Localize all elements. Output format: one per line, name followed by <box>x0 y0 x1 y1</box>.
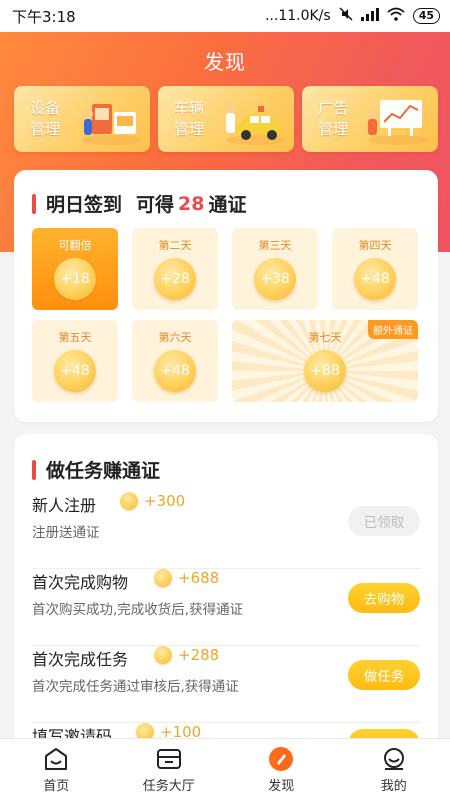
sign-in-day-1[interactable]: 可翻倍 +18 <box>32 228 118 310</box>
sign-in-reward-amount: 28 <box>178 192 205 215</box>
task-description: 首次购买成功,完成收货后,获得通证 <box>32 602 244 618</box>
nav-label: 我的 <box>380 779 407 794</box>
car-illustration-icon <box>218 94 288 150</box>
coin-icon: +48 <box>354 258 396 300</box>
quick-link-ad-management[interactable]: 广告 管理 <box>302 86 438 152</box>
sign-in-heading: 明日签到 可得 28 通证 <box>32 190 247 217</box>
task-name: 首次完成任务 <box>32 650 129 669</box>
day-label: 可翻倍 <box>58 239 92 252</box>
profile-icon <box>381 747 407 771</box>
task-item-first-task: 首次完成任务 +288 首次完成任务通过审核后,获得通证 做任务 <box>32 646 420 723</box>
go-shopping-button[interactable]: 去购物 <box>348 583 420 613</box>
sign-in-day-7[interactable]: 额外通证 第七天 +88 <box>232 320 418 402</box>
page-title: 发现 <box>204 50 246 74</box>
tasks-title: 做任务赚通证 <box>46 460 161 482</box>
bottom-nav: 首页 任务大厅 发现 我的 <box>0 738 450 800</box>
do-task-button[interactable]: 做任务 <box>348 660 420 690</box>
sign-in-title: 明日签到 <box>46 194 123 216</box>
task-reward: +300 <box>120 492 185 510</box>
nav-discover[interactable]: 发现 <box>225 739 338 800</box>
signal-icon <box>360 7 379 25</box>
discover-icon <box>268 747 294 771</box>
sign-in-day-4[interactable]: 第四天 +48 <box>332 228 418 310</box>
task-reward: +288 <box>154 646 219 664</box>
mute-icon <box>339 7 353 25</box>
sign-in-reward-prefix: 可得 <box>136 194 175 216</box>
screen: 下午3:18 ...11.0K/s 45 发现 设备 管理 车辆 管理 广告 管… <box>0 0 450 800</box>
task-description: 首次完成任务通过审核后,获得通证 <box>32 679 239 695</box>
sign-in-card: 明日签到 可得 28 通证 可翻倍 +18 第二天 +28 第三天 +38 第四… <box>14 170 438 422</box>
day-label: 第二天 <box>158 239 192 252</box>
task-card: 做任务赚通证 新人注册 +300 注册送通证 已领取 首次完成购物 +688 首… <box>14 434 438 774</box>
sign-in-day-2[interactable]: 第二天 +28 <box>132 228 218 310</box>
coin-icon <box>154 646 172 664</box>
claimed-button[interactable]: 已领取 <box>348 506 420 536</box>
sign-in-day-3[interactable]: 第三天 +38 <box>232 228 318 310</box>
status-indicators: ...11.0K/s 45 <box>265 7 440 25</box>
nav-profile[interactable]: 我的 <box>338 739 450 800</box>
coin-icon <box>154 569 172 587</box>
task-hall-icon <box>156 747 182 771</box>
day-label: 第五天 <box>58 331 92 344</box>
quick-link-label: 车辆 管理 <box>174 99 205 138</box>
home-icon <box>43 747 69 771</box>
coin-icon: +48 <box>154 350 196 392</box>
section-accent-bar <box>32 193 36 214</box>
day-label: 第七天 <box>308 331 342 344</box>
coin-icon: +38 <box>254 258 296 300</box>
coin-icon <box>120 492 138 510</box>
status-time: 下午3:18 <box>12 7 76 26</box>
nav-task-hall[interactable]: 任务大厅 <box>113 739 226 800</box>
ad-illustration-icon <box>362 94 432 150</box>
day-label: 第三天 <box>258 239 292 252</box>
device-illustration-icon <box>78 94 144 150</box>
task-name: 新人注册 <box>32 496 97 515</box>
nav-label: 发现 <box>268 779 295 794</box>
quick-link-label: 设备 管理 <box>30 99 61 138</box>
network-speed: ...11.0K/s <box>264 8 331 24</box>
task-name: 首次完成购物 <box>32 573 129 592</box>
sign-in-day-5[interactable]: 第五天 +48 <box>32 320 118 402</box>
wifi-icon <box>387 7 405 25</box>
quick-link-vehicle-management[interactable]: 车辆 管理 <box>158 86 294 152</box>
quick-link-device-management[interactable]: 设备 管理 <box>14 86 150 152</box>
battery-indicator: 45 <box>412 8 440 24</box>
sign-in-reward-suffix: 通证 <box>208 194 247 216</box>
nav-label: 任务大厅 <box>142 779 195 794</box>
sign-in-day-6[interactable]: 第六天 +48 <box>132 320 218 402</box>
day-label: 第四天 <box>358 239 392 252</box>
nav-home[interactable]: 首页 <box>0 739 113 800</box>
quick-link-label: 广告 管理 <box>318 99 349 138</box>
task-description: 注册送通证 <box>32 525 100 541</box>
nav-label: 首页 <box>43 779 70 794</box>
tasks-heading: 做任务赚通证 <box>32 456 160 483</box>
section-accent-bar <box>32 459 36 480</box>
coin-icon: +88 <box>304 350 346 392</box>
status-bar: 下午3:18 ...11.0K/s 45 <box>0 0 450 32</box>
coin-icon: +28 <box>154 258 196 300</box>
coin-icon: +48 <box>54 350 96 392</box>
task-reward: +688 <box>154 569 219 587</box>
day-label: 第六天 <box>158 331 192 344</box>
task-item-first-purchase: 首次完成购物 +688 首次购买成功,完成收货后,获得通证 去购物 <box>32 569 420 646</box>
task-item-register: 新人注册 +300 注册送通证 已领取 <box>32 492 420 569</box>
coin-icon: +18 <box>54 258 96 300</box>
